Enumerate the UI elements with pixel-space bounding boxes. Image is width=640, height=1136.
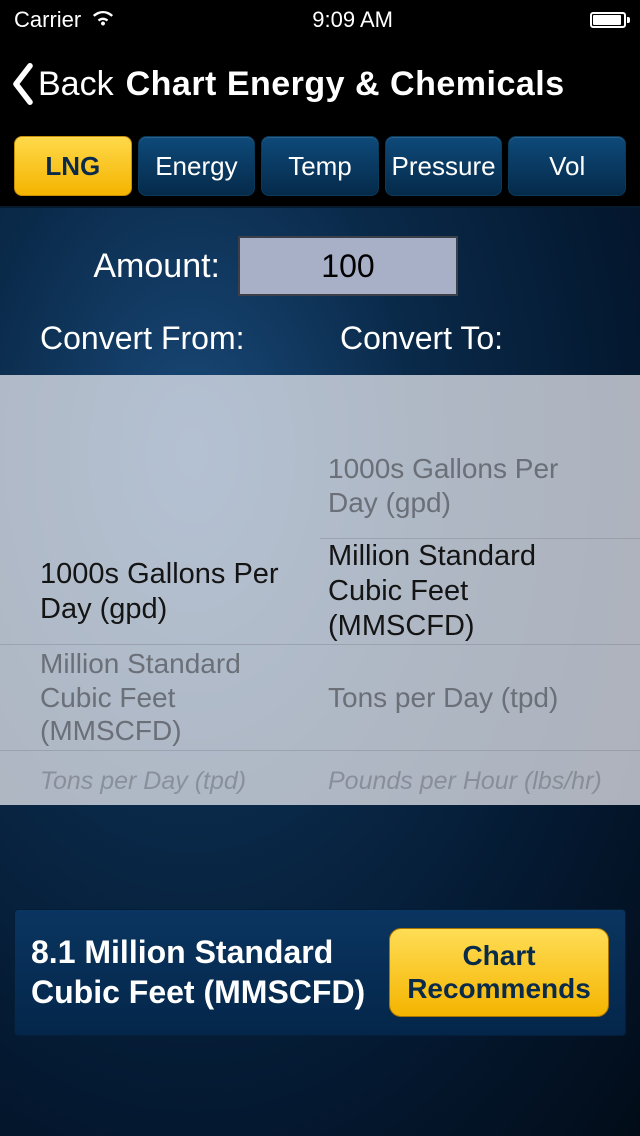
- back-label: Back: [38, 65, 114, 104]
- carrier-label: Carrier: [14, 7, 81, 33]
- chart-recommends-button[interactable]: Chart Recommends: [389, 928, 609, 1017]
- convert-from-label: Convert From:: [40, 320, 320, 357]
- tab-lng[interactable]: LNG: [14, 136, 132, 196]
- picker-to-item[interactable]: Pounds per Hour (lbs/hr): [320, 751, 640, 805]
- amount-label: Amount:: [20, 247, 220, 286]
- back-button[interactable]: Back: [10, 63, 114, 105]
- picker-from-item-selected[interactable]: 1000s Gallons Per Day (gpd): [0, 539, 320, 645]
- convert-to-label: Convert To:: [320, 320, 620, 357]
- tab-energy[interactable]: Energy: [138, 136, 256, 196]
- tab-row: LNG Energy Temp Pressure Vol: [0, 128, 640, 208]
- picker-to-column[interactable]: 1000s Gallons Per Day (gpd) Million Stan…: [320, 375, 640, 805]
- status-right: [590, 12, 626, 28]
- battery-icon: [590, 12, 626, 28]
- tab-pressure[interactable]: Pressure: [385, 136, 503, 196]
- picker-to-item-selected[interactable]: Million Standard Cubic Feet (MMSCFD): [320, 539, 640, 645]
- page-title: Chart Energy & Chemicals: [126, 65, 565, 104]
- result-bar: 8.1 Million Standard Cubic Feet (MMSCFD)…: [14, 909, 626, 1036]
- picker-to-item[interactable]: 1000s Gallons Per Day (gpd): [320, 433, 640, 539]
- nav-bar: Back Chart Energy & Chemicals: [0, 40, 640, 128]
- tab-temp[interactable]: Temp: [261, 136, 379, 196]
- tab-vol[interactable]: Vol: [508, 136, 626, 196]
- status-time: 9:09 AM: [312, 7, 393, 33]
- unit-picker[interactable]: 1000s Gallons Per Day (gpd) Million Stan…: [0, 375, 640, 805]
- picker-from-item[interactable]: Million Standard Cubic Feet (MMSCFD): [0, 645, 320, 751]
- amount-input[interactable]: [238, 236, 458, 296]
- picker-from-item[interactable]: [0, 433, 320, 539]
- result-text: 8.1 Million Standard Cubic Feet (MMSCFD): [31, 932, 375, 1012]
- wifi-icon: [91, 7, 115, 33]
- picker-from-item[interactable]: Tons per Day (tpd): [0, 751, 320, 805]
- convert-labels: Convert From: Convert To:: [0, 306, 640, 375]
- status-left: Carrier: [14, 7, 115, 33]
- chevron-left-icon: [10, 63, 36, 105]
- status-bar: Carrier 9:09 AM: [0, 0, 640, 40]
- amount-row: Amount:: [0, 208, 640, 306]
- picker-from-column[interactable]: 1000s Gallons Per Day (gpd) Million Stan…: [0, 375, 320, 805]
- picker-to-item[interactable]: Tons per Day (tpd): [320, 645, 640, 751]
